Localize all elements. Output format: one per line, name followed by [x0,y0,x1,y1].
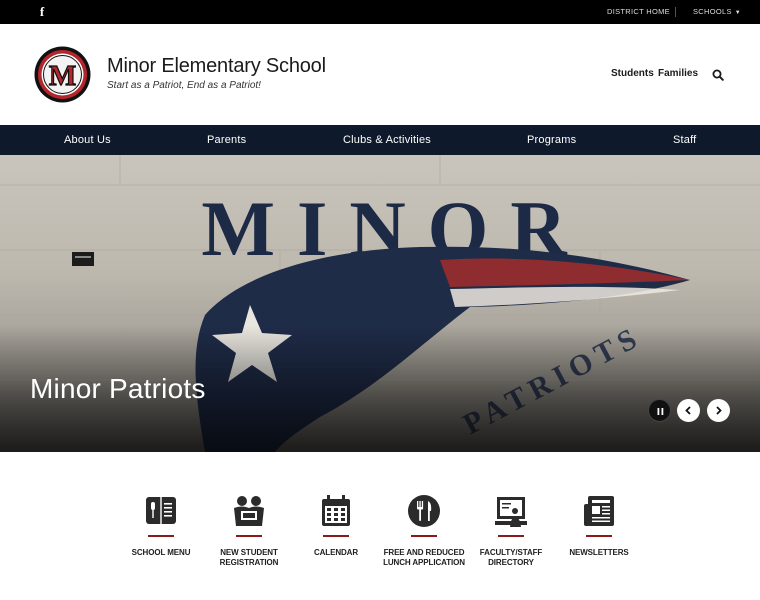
pause-icon [657,408,664,415]
school-logo[interactable]: M [34,46,91,103]
previous-slide-button[interactable] [677,399,700,422]
quick-link-label: Newsletters [569,548,629,557]
quick-link-free-reduced-lunch[interactable]: Free and Reduced Lunch Application [379,494,469,567]
menu-book-icon [146,497,176,524]
accent-bar [498,535,524,537]
nav-staff[interactable]: Staff [673,125,696,155]
students-link[interactable]: Students [611,68,654,79]
nav-clubs-activities[interactable]: Clubs & Activities [343,125,431,155]
hero-title: Minor Patriots [30,373,206,404]
students-icon [234,496,264,526]
quick-link-label: New Student Registration [219,548,279,567]
quick-link-faculty-directory[interactable]: Faculty/Staff Directory [466,494,556,567]
quick-link-school-menu[interactable]: School Menu [116,494,206,558]
search-icon[interactable] [712,69,724,81]
quick-link-calendar[interactable]: Calendar [291,494,381,558]
quick-link-label: Free and Reduced Lunch Application [383,548,465,567]
facebook-icon[interactable]: f [36,4,48,20]
accent-bar [148,535,174,537]
schools-label: SCHOOLS [693,7,732,16]
accent-bar [411,535,437,537]
families-link[interactable]: Families [658,68,698,79]
schools-dropdown[interactable]: SCHOOLS ▼ [693,7,741,16]
school-name[interactable]: Minor Elementary School [107,55,326,78]
next-slide-button[interactable] [707,399,730,422]
main-nav: About Us Parents Clubs & Activities Prog… [0,125,760,155]
divider [675,7,676,17]
nav-programs[interactable]: Programs [527,125,576,155]
accent-bar [236,535,262,537]
newspaper-icon [584,496,614,526]
hero-slideshow: MINOR PATRIOTS Minor Patriots [0,155,760,452]
tagline: Start as a Patriot, End as a Patriot! [107,80,261,91]
quick-link-label: Calendar [313,548,359,557]
quick-link-label: Faculty/Staff Directory [479,548,543,567]
accent-bar [323,535,349,537]
quick-link-new-student-registration[interactable]: New Student Registration [204,494,294,567]
calendar-icon [322,495,350,526]
nav-about-us[interactable]: About Us [64,125,111,155]
top-utility-bar: f DISTRICT HOME SCHOOLS ▼ [0,0,760,24]
logo-letter: M [49,60,76,92]
quick-link-newsletters[interactable]: Newsletters [554,494,644,558]
quick-link-label: School Menu [131,548,191,557]
chevron-right-icon [716,406,722,415]
district-home-link[interactable]: DISTRICT HOME [607,7,670,16]
site-header: M Minor Elementary School Start as a Pat… [0,24,760,125]
utensils-icon [408,495,440,527]
directory-icon [495,497,527,527]
chevron-left-icon [685,406,691,415]
accent-bar [586,535,612,537]
caret-down-icon: ▼ [734,10,742,16]
pause-button[interactable] [648,399,671,422]
nav-parents[interactable]: Parents [207,125,246,155]
